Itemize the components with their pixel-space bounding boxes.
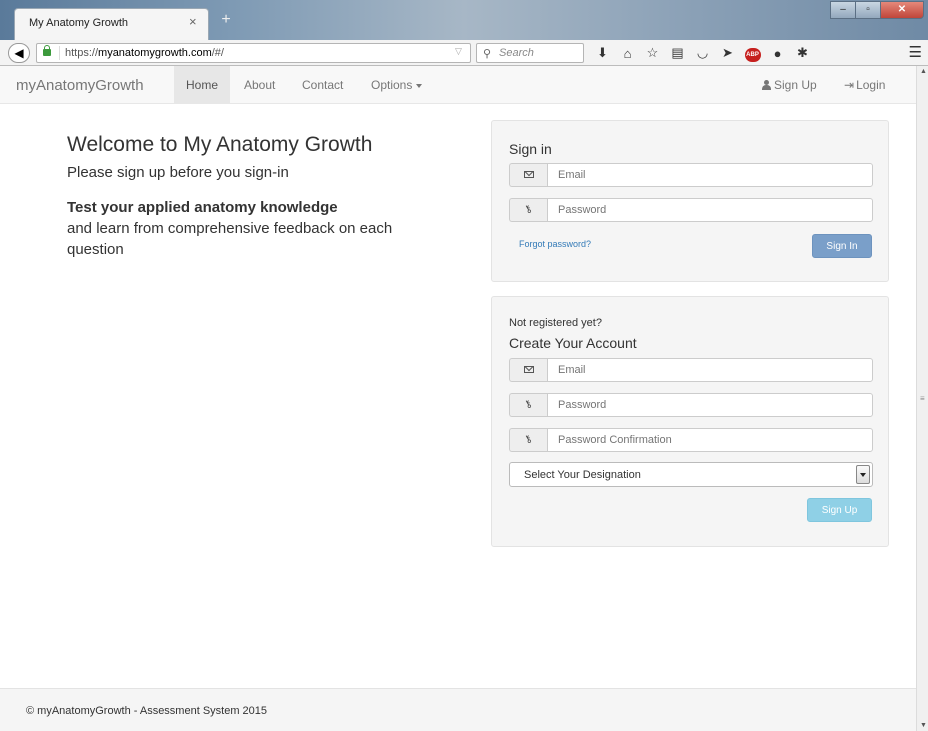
page-title: Welcome to My Anatomy Growth <box>67 133 373 156</box>
nav-sign-up-label: Sign Up <box>774 78 817 92</box>
designation-select[interactable]: Select Your Designation <box>509 462 873 487</box>
url-bar[interactable]: https://myanatomygrowth.com/#/ ▽ ↻ <box>36 43 491 63</box>
user-icon <box>761 80 771 90</box>
signin-panel: Sign in ⚷ Forgot password? Sign In <box>491 120 889 282</box>
signup-password-input[interactable] <box>547 393 873 417</box>
signin-password-group: ⚷ <box>509 198 873 222</box>
search-placeholder: Search <box>499 47 534 59</box>
key-icon: ⚷ <box>509 198 547 222</box>
browser-titlebar: My Anatomy Growth × + – ▫ ✕ <box>0 0 928 40</box>
chat-icon[interactable]: ● <box>765 46 790 61</box>
scroll-down-icon[interactable]: ▼ <box>920 722 927 729</box>
hero-tagline: Test your applied anatomy knowledge <box>67 199 338 216</box>
browser-tab[interactable]: My Anatomy Growth × <box>14 8 209 40</box>
nav-options-label: Options <box>371 78 413 92</box>
url-text: https://myanatomygrowth.com/#/ <box>65 47 224 59</box>
signup-confirm-group: ⚷ <box>509 428 873 452</box>
download-icon[interactable]: ⬇ <box>590 45 615 61</box>
new-tab-icon[interactable]: + <box>218 12 234 28</box>
signin-heading: Sign in <box>509 141 552 157</box>
bookmark-star-icon[interactable]: ☆ <box>640 45 665 61</box>
signin-password-input[interactable] <box>547 198 873 222</box>
close-window-icon[interactable]: ✕ <box>880 1 924 19</box>
extension-icon[interactable]: ✱ <box>790 45 815 61</box>
create-account-heading: Create Your Account <box>509 335 637 351</box>
url-dropdown-icon[interactable]: ▽ <box>455 46 462 57</box>
nav-options-dropdown[interactable]: Options <box>359 66 434 104</box>
scroll-grip-icon[interactable]: ≡ <box>920 394 925 403</box>
key-icon: ⚷ <box>509 393 547 417</box>
adblock-icon[interactable]: ABP <box>740 44 765 62</box>
send-icon[interactable]: ➤ <box>715 45 740 61</box>
lock-icon <box>43 45 51 56</box>
url-separator <box>59 46 60 60</box>
nav-home[interactable]: Home <box>174 66 231 104</box>
browser-toolbar-icons: ⬇ ⌂ ☆ ▤ ◡ ➤ ABP ● ✱ <box>590 44 815 62</box>
signin-email-input[interactable] <box>547 163 873 187</box>
nav-login[interactable]: ⇥ Login <box>832 66 897 104</box>
scroll-up-icon[interactable]: ▲ <box>920 68 927 75</box>
nav-about[interactable]: About <box>232 66 287 104</box>
login-icon: ⇥ <box>844 78 855 92</box>
browser-toolbar: ◀ https://myanatomygrowth.com/#/ ▽ ↻ ⚲ S… <box>0 40 928 66</box>
search-icon: ⚲ <box>483 48 492 60</box>
signup-password-group: ⚷ <box>509 393 873 417</box>
nav-contact[interactable]: Contact <box>290 66 355 104</box>
site-navbar: myAnatomyGrowth Home About Contact Optio… <box>0 66 916 104</box>
sign-up-button[interactable]: Sign Up <box>807 498 872 522</box>
page: myAnatomyGrowth Home About Contact Optio… <box>0 66 916 731</box>
hamburger-menu-icon[interactable]: ☰ <box>909 43 922 61</box>
not-registered-note: Not registered yet? <box>509 317 602 329</box>
browser-search-input[interactable]: ⚲ Search <box>476 43 584 63</box>
signup-email-group <box>509 358 873 382</box>
select-arrow-icon[interactable] <box>856 465 870 484</box>
hero-subtitle: Please sign up before you sign-in <box>67 164 289 181</box>
tab-close-icon[interactable]: × <box>189 14 197 29</box>
minimize-icon[interactable]: – <box>830 1 856 19</box>
key-icon: ⚷ <box>509 428 547 452</box>
reading-list-icon[interactable]: ▤ <box>665 45 690 61</box>
signin-email-group <box>509 163 873 187</box>
home-icon[interactable]: ⌂ <box>615 46 640 61</box>
vertical-scrollbar[interactable]: ▲ ≡ ▼ <box>916 66 928 731</box>
nav-login-label: Login <box>856 78 886 92</box>
footer-copyright: © myAnatomyGrowth - Assessment System 20… <box>26 705 268 717</box>
designation-selected-value: Select Your Designation <box>524 469 641 481</box>
nav-sign-up[interactable]: Sign Up <box>749 66 829 104</box>
back-arrow-icon[interactable]: ◀ <box>8 43 30 63</box>
envelope-icon <box>509 163 547 187</box>
brand-link[interactable]: myAnatomyGrowth <box>16 77 144 94</box>
window-controls: – ▫ ✕ <box>830 1 924 19</box>
maximize-icon[interactable]: ▫ <box>855 1 881 19</box>
hero-description: and learn from comprehensive feedback on… <box>67 220 393 258</box>
pocket-icon[interactable]: ◡ <box>690 45 715 61</box>
footer: © myAnatomyGrowth - Assessment System 20… <box>0 688 916 731</box>
signup-password-confirmation-input[interactable] <box>547 428 873 452</box>
signup-panel: Not registered yet? Create Your Account … <box>491 296 889 547</box>
caret-down-icon <box>416 83 423 88</box>
signup-email-input[interactable] <box>547 358 873 382</box>
forgot-password-link[interactable]: Forgot password? <box>519 239 591 249</box>
envelope-icon <box>509 358 547 382</box>
hero: Welcome to My Anatomy Growth Please sign… <box>67 133 397 260</box>
tab-title: My Anatomy Growth <box>29 17 129 29</box>
sign-in-button[interactable]: Sign In <box>812 234 872 258</box>
